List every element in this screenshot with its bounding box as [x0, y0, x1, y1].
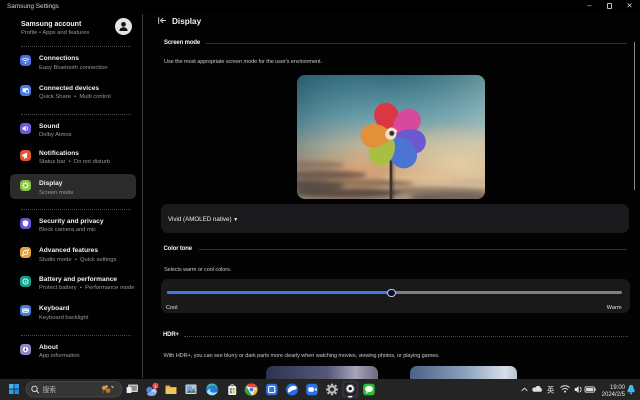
- svg-text:2024/2/5: 2024/2/5: [602, 392, 626, 398]
- svg-text:19:00: 19:00: [610, 385, 626, 391]
- svg-text:搜索: 搜索: [43, 385, 57, 394]
- svg-text:英: 英: [547, 385, 554, 394]
